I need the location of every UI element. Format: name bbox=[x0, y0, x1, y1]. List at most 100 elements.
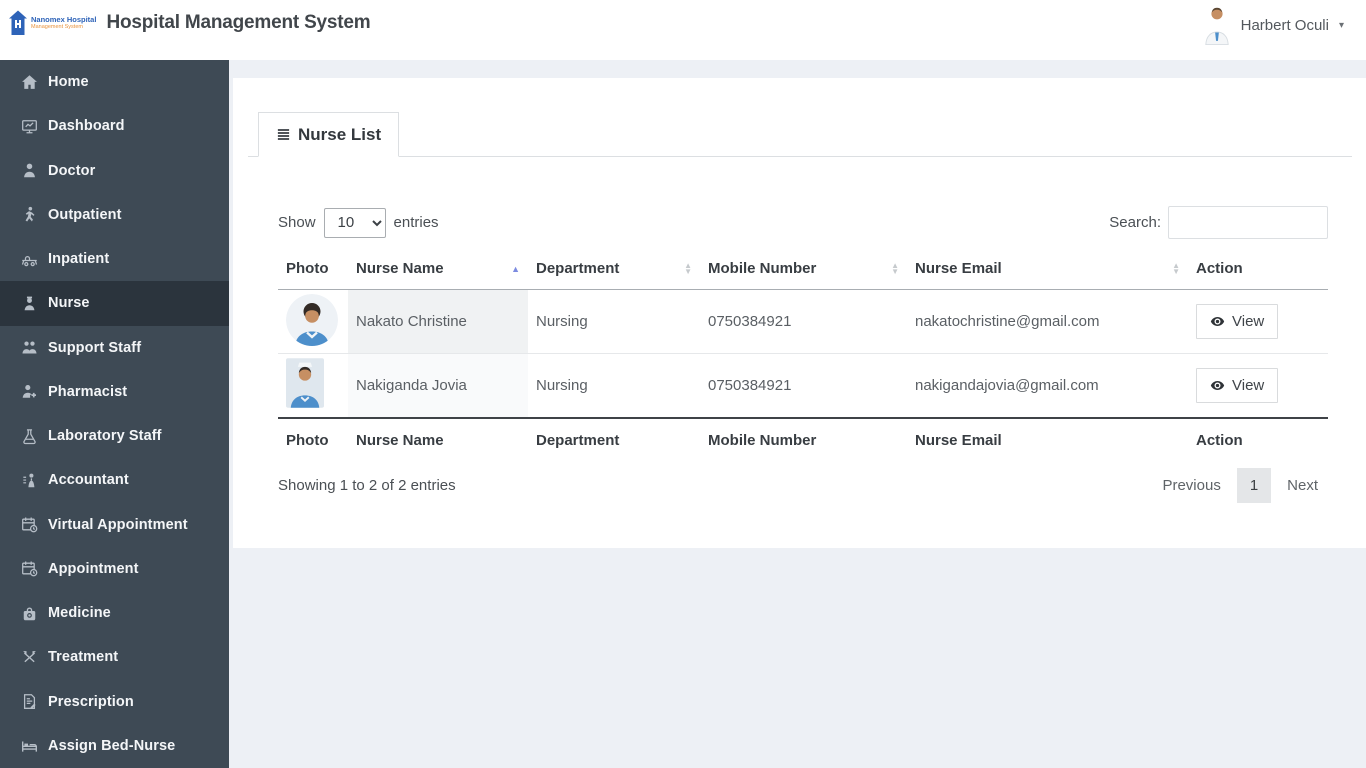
nurse-email-cell: nakatochristine@gmail.com bbox=[915, 313, 1100, 330]
footer-column-department: Department bbox=[528, 416, 700, 462]
sidebar-item-label: Pharmacist bbox=[48, 383, 128, 400]
sidebar-item-pharmacist[interactable]: Pharmacist bbox=[0, 370, 229, 414]
sidebar-item-label: Prescription bbox=[48, 693, 134, 710]
sidebar-item-appointment[interactable]: Appointment bbox=[0, 547, 229, 591]
sidebar-item-treatment[interactable]: Treatment bbox=[0, 635, 229, 679]
hospital-logo-text: Nanomex Hospital Management System bbox=[31, 14, 97, 31]
sidebar-item-label: Inpatient bbox=[48, 251, 110, 268]
sidebar-item-support-staff[interactable]: Support Staff bbox=[0, 326, 229, 370]
hospital-management-app: Nanomex Hospital Management System Hospi… bbox=[0, 0, 1366, 768]
sidebar-item-label: Dashboard bbox=[48, 118, 125, 135]
view-button[interactable]: View bbox=[1196, 367, 1279, 403]
nurse-table: Photo Nurse Name ▲ Department ▲ ▼ Mobile Numbe… bbox=[278, 251, 1328, 462]
sort-both-icon: ▲ ▼ bbox=[684, 260, 692, 277]
sidebar-item-label: Support Staff bbox=[48, 339, 142, 356]
eye-icon bbox=[1210, 314, 1225, 329]
assign-bed-nurse-icon bbox=[18, 737, 40, 754]
sidebar-item-assign-bed-nurse[interactable]: Assign Bed-Nurse bbox=[0, 724, 229, 768]
user-name: Harbert Oculi bbox=[1240, 16, 1329, 34]
user-menu[interactable]: Harbert Oculi ▾ bbox=[1203, 1, 1344, 45]
search-label: Search: bbox=[1109, 214, 1161, 231]
footer-column-action: Action bbox=[1188, 416, 1328, 462]
table-footer-row: Photo Nurse Name Department Mobile Number Nu… bbox=[278, 416, 1328, 462]
column-header-department[interactable]: Department ▲ ▼ bbox=[528, 251, 700, 290]
page-title: Hospital Management System bbox=[106, 12, 371, 33]
sidebar-item-prescription[interactable]: Prescription bbox=[0, 680, 229, 724]
sort-asc-icon: ▲ bbox=[511, 264, 520, 275]
tab-nurse-list[interactable]: Nurse List bbox=[258, 112, 400, 157]
sidebar-item-label: Accountant bbox=[48, 472, 129, 489]
list-icon bbox=[276, 127, 291, 142]
hospital-logo-icon bbox=[8, 10, 28, 36]
laboratory-staff-icon bbox=[18, 428, 40, 445]
nurse-photo-round bbox=[286, 293, 338, 346]
sidebar-item-label: Outpatient bbox=[48, 206, 122, 223]
logo-line1: Nanomex Hospital bbox=[31, 14, 97, 24]
footer-column-photo: Photo bbox=[278, 416, 348, 462]
mobile-number-cell: 0750384921 bbox=[708, 313, 792, 330]
appointment-icon bbox=[18, 560, 40, 577]
sidebar-item-label: Home bbox=[48, 74, 89, 91]
hospital-logo: Nanomex Hospital Management System bbox=[8, 10, 96, 36]
footer-column-mobile-number: Mobile Number bbox=[700, 416, 907, 462]
mobile-number-cell: 0750384921 bbox=[700, 353, 907, 418]
sidebar-nav: Home Dashboard Doctor Outpatient Inpatient Nu… bbox=[0, 60, 229, 768]
sidebar-item-outpatient[interactable]: Outpatient bbox=[0, 193, 229, 237]
content-panel: Nurse List Show 10 entries Search: Photo… bbox=[233, 78, 1366, 548]
page-length-control: Show 10 entries bbox=[278, 207, 439, 238]
column-header-nurse-name[interactable]: Nurse Name ▲ bbox=[348, 251, 528, 290]
home-icon bbox=[18, 74, 40, 91]
column-header-mobile-number[interactable]: Mobile Number ▲ ▼ bbox=[700, 251, 907, 290]
tab-label: Nurse List bbox=[298, 124, 382, 144]
sidebar-item-dashboard[interactable]: Dashboard bbox=[0, 104, 229, 148]
inpatient-icon bbox=[18, 251, 40, 268]
medicine-icon bbox=[18, 605, 40, 622]
footer-column-nurse-name: Nurse Name bbox=[348, 416, 528, 462]
sidebar-item-label: Treatment bbox=[48, 649, 119, 666]
department-cell: Nursing bbox=[536, 313, 588, 330]
pagination-previous[interactable]: Previous bbox=[1152, 468, 1230, 503]
treatment-icon bbox=[18, 649, 40, 666]
sidebar-item-accountant[interactable]: Accountant bbox=[0, 458, 229, 502]
table-wrap: Show 10 entries Search: Photo Nurse Name… bbox=[233, 157, 1366, 503]
sort-both-icon: ▲ ▼ bbox=[891, 260, 899, 277]
sidebar-item-label: Doctor bbox=[48, 162, 96, 179]
column-header-nurse-email[interactable]: Nurse Email ▲ ▼ bbox=[907, 251, 1188, 290]
sidebar-item-inpatient[interactable]: Inpatient bbox=[0, 237, 229, 281]
support-staff-icon bbox=[18, 339, 40, 356]
sidebar-item-virtual-appointment[interactable]: Virtual Appointment bbox=[0, 503, 229, 547]
sidebar-item-laboratory-staff[interactable]: Laboratory Staff bbox=[0, 414, 229, 458]
pagination: Previous 1 Next bbox=[1152, 467, 1328, 503]
nurse-name-cell: Nakiganda Jovia bbox=[348, 353, 528, 418]
page-length-select[interactable]: 10 bbox=[323, 207, 386, 238]
sidebar-item-doctor[interactable]: Doctor bbox=[0, 149, 229, 193]
pagination-next[interactable]: Next bbox=[1277, 468, 1328, 503]
sidebar-item-label: Appointment bbox=[48, 560, 139, 577]
eye-icon bbox=[1210, 378, 1225, 393]
sidebar-item-home[interactable]: Home bbox=[0, 60, 229, 104]
table-row: Nakato Christine Nursing 0750384921 nakatoc… bbox=[278, 289, 1328, 354]
table-header-row: Photo Nurse Name ▲ Department ▲ ▼ Mobile Numbe… bbox=[278, 251, 1328, 290]
sidebar-item-nurse[interactable]: Nurse bbox=[0, 281, 229, 326]
doctor-icon bbox=[18, 162, 40, 179]
table-row: Nakiganda Jovia Nursing 0750384921 nakigand… bbox=[278, 353, 1328, 418]
nurse-icon bbox=[18, 295, 40, 312]
pagination-page-1[interactable]: 1 bbox=[1236, 467, 1272, 503]
table-info: Showing 1 to 2 of 2 entries bbox=[278, 476, 456, 494]
main-content: Nurse List Show 10 entries Search: Photo… bbox=[229, 60, 1366, 768]
sidebar-item-label: Nurse bbox=[48, 295, 90, 312]
sort-both-icon: ▲ ▼ bbox=[1172, 260, 1180, 277]
prescription-icon bbox=[18, 693, 40, 710]
sidebar-item-label: Virtual Appointment bbox=[48, 516, 188, 533]
sidebar-item-medicine[interactable]: Medicine bbox=[0, 591, 229, 635]
user-avatar bbox=[1203, 5, 1231, 45]
view-button[interactable]: View bbox=[1196, 304, 1279, 339]
nurse-photo-rect bbox=[286, 358, 324, 408]
search-input[interactable] bbox=[1168, 206, 1328, 239]
nurse-email-cell: nakigandajovia@gmail.com bbox=[907, 353, 1188, 418]
column-header-photo: Photo bbox=[278, 251, 348, 290]
show-label: Show bbox=[278, 214, 316, 231]
table-info-row: Showing 1 to 2 of 2 entries Previous 1 N… bbox=[278, 467, 1328, 503]
accountant-icon bbox=[18, 472, 40, 489]
brand: Nanomex Hospital Management System Hospi… bbox=[8, 10, 371, 36]
